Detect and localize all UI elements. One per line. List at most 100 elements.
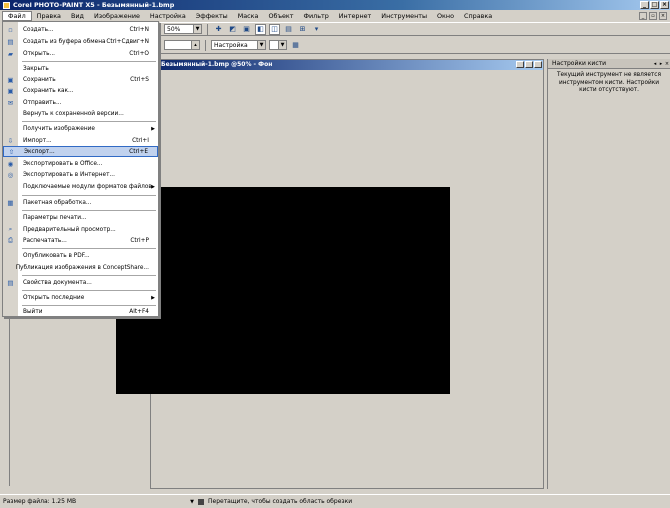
toolbar-separator <box>207 23 208 35</box>
grid-icon[interactable]: ▦ <box>290 40 301 51</box>
menu-edit[interactable]: Правка <box>32 11 66 21</box>
object-icon[interactable]: ▤ <box>283 24 294 35</box>
zoom-combo[interactable]: 50% ▼ <box>164 24 202 34</box>
menu-item-import[interactable]: ⇩ Импорт... Ctrl+I <box>3 135 158 146</box>
clipboard-icon: ▤ <box>7 37 14 46</box>
marquee-icon[interactable]: ◫ <box>269 23 280 35</box>
document-window-buttons: _ ▫ × <box>639 11 670 20</box>
menu-item-new-from-clipboard[interactable]: ▤ Создать из буфера обмена Ctrl+Сдвиг+N <box>3 36 158 47</box>
menu-item-new[interactable]: ▫ Создать... Ctrl+N <box>3 24 158 35</box>
menu-item-export-office[interactable]: ◉ Экспортировать в Office... <box>3 158 158 169</box>
bitmap-image[interactable] <box>116 187 450 394</box>
menu-item-print-setup[interactable]: Параметры печати... <box>3 212 158 223</box>
menu-item-revert[interactable]: Вернуть к сохраненной версии... <box>3 108 158 119</box>
chevron-down-icon: ▼ <box>257 41 265 49</box>
doc-close-icon[interactable]: × <box>659 11 667 20</box>
menu-item-exit[interactable]: Выйти Alt+F4 <box>3 306 158 317</box>
width-field[interactable]: ▴ <box>164 40 200 50</box>
view-mode-icon[interactable]: ⊞ <box>297 24 308 35</box>
color-combo[interactable]: ▼ <box>269 40 287 50</box>
menu-separator <box>22 61 156 62</box>
document-window: Безымянный-1.bmp @50% - Фон <box>116 59 544 489</box>
submenu-arrow-icon: ▶ <box>151 125 155 132</box>
status-hint: Перетащите, чтобы создать область обрезк… <box>207 498 353 505</box>
docker-close-icon[interactable]: × <box>664 61 670 67</box>
zoom-in-icon[interactable]: ✚ <box>213 24 224 35</box>
options-icon[interactable]: ▾ <box>311 24 322 35</box>
menu-item-publish-pdf[interactable]: Опубликовать в PDF... <box>3 250 158 261</box>
menu-item-save[interactable]: ▣ Сохранить Ctrl+S <box>3 74 158 85</box>
menu-separator <box>22 275 156 276</box>
document-title-bar: Безымянный-1.bmp @50% - Фон <box>151 60 543 70</box>
minimize-button[interactable]: _ <box>640 1 649 9</box>
menu-item-open-recent[interactable]: Открыть последние ▶ <box>3 292 158 303</box>
menu-internet[interactable]: Интернет <box>334 11 377 21</box>
submenu-arrow-icon: ▶ <box>151 183 155 190</box>
menu-item-send[interactable]: ✉ Отправить... <box>3 97 158 108</box>
doc-minimize-button[interactable] <box>516 61 524 68</box>
pdf-icon <box>3 250 18 261</box>
doc-close-button[interactable] <box>534 61 542 68</box>
title-bar: Corel PHOTO-PAINT X5 - Безымянный-1.bmp … <box>0 0 670 10</box>
maximize-button[interactable]: □ <box>650 1 659 9</box>
menu-item-print[interactable]: ⎙ Распечатать... Ctrl+P <box>3 235 158 246</box>
menu-item-close[interactable]: Закрыть <box>3 63 158 74</box>
menu-mask[interactable]: Маска <box>233 11 264 21</box>
menu-item-file-format-plugins[interactable]: Подключаемые модули форматов файлов ▶ <box>3 181 158 192</box>
menu-adjust[interactable]: Настройка <box>145 11 191 21</box>
menu-item-document-properties[interactable]: ▤ Свойства документа... <box>3 277 158 288</box>
doc-restore-icon[interactable]: ▫ <box>649 11 657 20</box>
menu-separator <box>22 195 156 196</box>
status-menu-icon[interactable]: ▼ <box>190 499 194 505</box>
acquire-icon <box>3 123 18 134</box>
menu-item-save-as[interactable]: ▣ Сохранить как... <box>3 85 158 96</box>
brush-settings-docker: Настройки кисти ◂ ▸ × Текущий инструмент… <box>547 59 670 489</box>
menu-view[interactable]: Вид <box>66 11 89 21</box>
close-button[interactable]: × <box>660 1 669 9</box>
printer-icon: ⎙ <box>7 236 14 244</box>
menu-item-export[interactable]: ⇧ Экспорт... Ctrl+E <box>3 146 158 157</box>
menu-separator <box>22 290 156 291</box>
doc-maximize-button[interactable] <box>525 61 533 68</box>
menu-separator <box>22 248 156 249</box>
doc-minimize-icon[interactable]: _ <box>639 11 647 20</box>
menu-bar: Файл Правка Вид Изображение Настройка Эф… <box>0 10 670 21</box>
office-export-icon: ◉ <box>7 159 14 168</box>
conceptshare-icon <box>3 262 11 273</box>
pan-icon[interactable]: ▣ <box>241 24 252 35</box>
menu-item-open[interactable]: ▰ Открыть... Ctrl+O <box>3 48 158 59</box>
blend-mode-combo[interactable]: Настройка ▼ <box>211 40 266 50</box>
mask-overlay-icon[interactable]: ◧ <box>255 23 266 35</box>
standard-toolbar: 50% ▼ ✚ ◩ ▣ ◧ ◫ ▤ ⊞ ▾ <box>160 22 670 36</box>
menu-item-batch-process[interactable]: ▦ Пакетная обработка... <box>3 197 158 208</box>
properties-icon: ▤ <box>7 278 14 287</box>
menu-file[interactable]: Файл <box>2 10 32 21</box>
new-document-icon: ▫ <box>8 25 13 34</box>
fit-icon[interactable]: ◩ <box>227 24 238 35</box>
menu-tools[interactable]: Инструменты <box>376 11 432 21</box>
menu-effects[interactable]: Эффекты <box>191 11 233 21</box>
zoom-value: 50% <box>167 25 181 33</box>
menu-separator <box>22 210 156 211</box>
docker-message: Текущий инструмент не является инструмен… <box>557 72 661 93</box>
revert-icon <box>3 108 18 119</box>
web-export-icon: ◎ <box>7 170 14 179</box>
canvas-area[interactable] <box>116 70 543 488</box>
menu-item-export-web[interactable]: ◎ Экспортировать в Интернет... <box>3 169 158 180</box>
chevron-down-icon: ▼ <box>193 25 201 33</box>
import-icon: ⇩ <box>7 136 14 145</box>
menu-item-publish-conceptshare[interactable]: Публикация изображения в ConceptShare... <box>3 262 158 273</box>
open-folder-icon: ▰ <box>8 49 13 58</box>
menu-window[interactable]: Окно <box>432 11 459 21</box>
recent-icon <box>3 292 18 303</box>
menu-item-acquire-image[interactable]: Получить изображение ▶ <box>3 123 158 134</box>
batch-icon: ▦ <box>7 198 14 207</box>
file-menu-dropdown: ▫ Создать... Ctrl+N ▤ Создать из буфера … <box>2 21 159 317</box>
menu-item-print-preview[interactable]: ⌕ Предварительный просмотр... <box>3 224 158 235</box>
menu-filter[interactable]: Фильтр <box>298 11 333 21</box>
menu-object[interactable]: Объект <box>263 11 298 21</box>
blend-mode-value: Настройка <box>214 41 248 49</box>
menu-image[interactable]: Изображение <box>89 11 145 21</box>
menu-help[interactable]: Справка <box>459 11 497 21</box>
toolbar-separator <box>205 39 206 51</box>
